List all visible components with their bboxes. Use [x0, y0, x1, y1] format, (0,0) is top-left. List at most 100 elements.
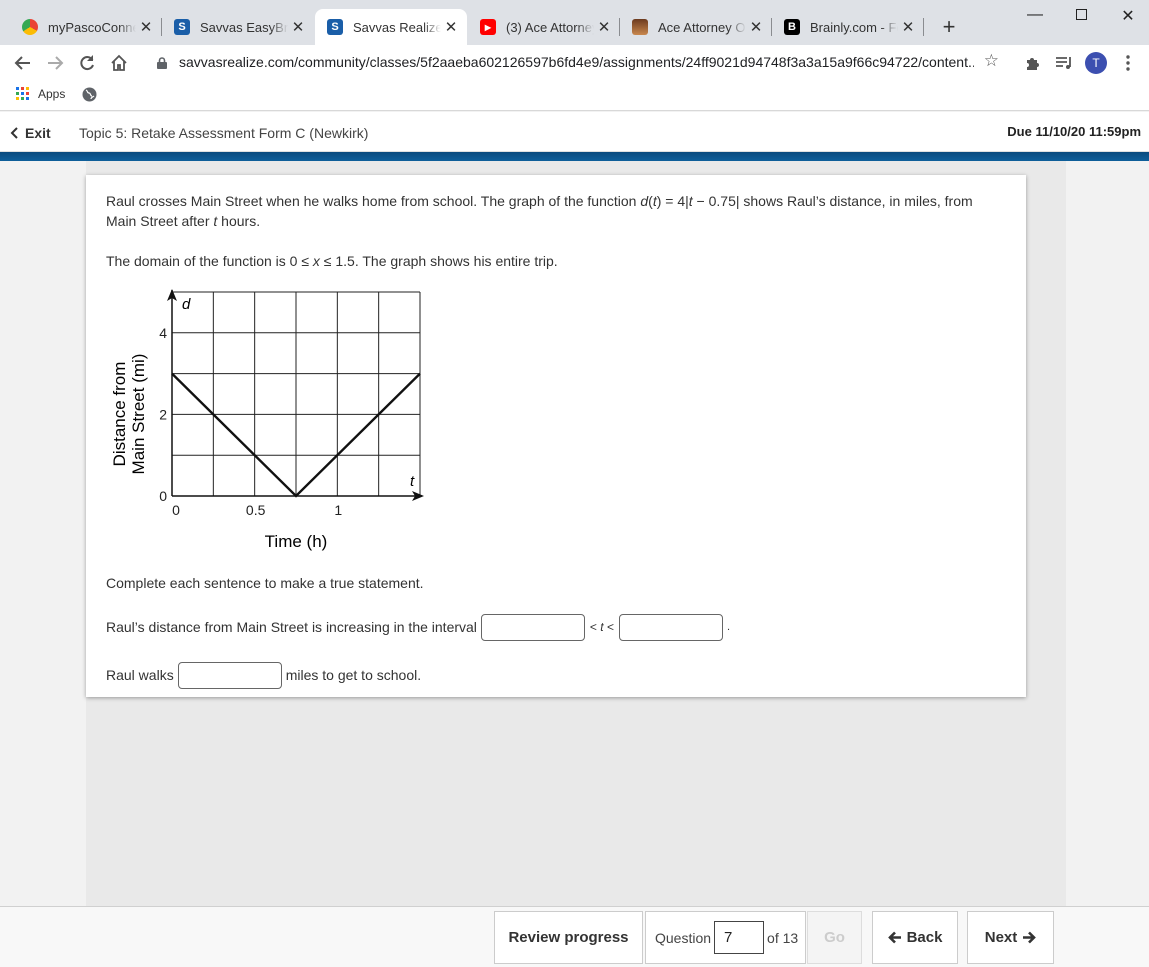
assessment-title: Topic 5: Retake Assessment Form C (Newki…: [79, 125, 369, 141]
distance-time-graph: 0 0.5 1 0 2 4 t d Time (h) Distance from Main…: [110, 289, 424, 551]
new-tab-plus-icon[interactable]: +: [938, 14, 960, 40]
close-tab-icon[interactable]: ✕: [441, 18, 461, 36]
intro-text: Main Street after: [106, 213, 214, 229]
question-jump: Question 7 of 13: [645, 911, 806, 964]
y-axis-title-line1: Distance from: [110, 362, 129, 467]
instruction-text: Complete each sentence to make a true st…: [106, 575, 424, 591]
y-axis-title-line2: Main Street (mi): [129, 354, 148, 475]
brainly-logo-icon: B: [784, 19, 800, 35]
profile-initial: T: [1085, 52, 1107, 74]
tab-mypascoconnect[interactable]: myPascoConnect ✕: [10, 9, 162, 45]
tab-title: Ace Attorney Ob: [658, 19, 746, 35]
reload-icon[interactable]: [74, 50, 100, 76]
y-variable-label: d: [182, 296, 191, 313]
question-intro: Raul crosses Main Street when he walks h…: [106, 193, 973, 229]
less-than-symbol: <: [603, 620, 614, 634]
chart-tick-labels: 0 0.5 1 0 2 4: [159, 325, 342, 518]
navigation-footer: Review progress Question 7 of 13 Go Back…: [0, 906, 1149, 967]
tab-title: Brainly.com - For: [810, 19, 898, 35]
x-tick-label: 0: [172, 502, 180, 518]
domain-text: ≤ 1.5. The graph shows his entire trip.: [319, 253, 558, 269]
back-label: Back: [906, 929, 943, 946]
back-arrow-icon[interactable]: [10, 50, 36, 76]
next-button[interactable]: Next: [967, 911, 1054, 964]
assessment-header: Exit Topic 5: Retake Assessment Form C (…: [0, 112, 1149, 152]
due-date: Due 11/10/20 11:59pm: [1007, 124, 1141, 139]
profile-avatar[interactable]: T: [1083, 50, 1109, 76]
domain-variable: x: [312, 253, 320, 269]
browser-tab-strip: myPascoConnect ✕ S Savvas EasyBridge ✕ S…: [0, 0, 1149, 45]
x-tick-label: 0.5: [246, 502, 266, 518]
sentence-two-text: Raul walks: [106, 667, 174, 683]
profile-image-icon: [632, 19, 648, 35]
apps-shortcut[interactable]: Apps: [16, 87, 65, 101]
home-icon[interactable]: [106, 50, 132, 76]
tab-title: Savvas Realize: [353, 19, 441, 35]
forward-arrow-icon[interactable]: [42, 50, 68, 76]
maximize-icon[interactable]: [1066, 6, 1096, 26]
tab-ace-attorney-objection[interactable]: Ace Attorney Ob ✕: [620, 9, 772, 45]
intro-text: − 0.75| shows Raul’s distance, in miles,…: [692, 193, 973, 209]
question-label: Question: [655, 929, 712, 946]
close-tab-icon[interactable]: ✕: [594, 18, 614, 36]
next-label: Next: [984, 929, 1018, 946]
domain-statement: The domain of the function is 0 ≤ x ≤ 1.…: [106, 251, 558, 271]
function-name: d: [640, 193, 649, 209]
interval-start-input[interactable]: [480, 613, 585, 641]
chrome-logo-icon: [22, 19, 38, 35]
close-tab-icon[interactable]: ✕: [898, 18, 918, 36]
x-axis-title: Time (h): [265, 532, 328, 551]
apps-label: Apps: [38, 87, 66, 101]
savvas-logo-icon: S: [327, 19, 343, 35]
domain-text: The domain of the function is 0 ≤: [106, 253, 313, 269]
intro-text: hours.: [217, 213, 261, 229]
tab-ace-attorney-youtube[interactable]: ▶ (3) Ace Attorney ✕: [468, 9, 620, 45]
more-menu-icon[interactable]: [1115, 50, 1141, 76]
tab-title: myPascoConnect: [48, 19, 136, 35]
less-than-symbol: <: [589, 620, 601, 634]
url-text: savvasrealize.com/community/classes/5f2a…: [179, 54, 974, 70]
exit-label: Exit: [25, 125, 51, 141]
arrow-left-icon: [887, 931, 901, 944]
lock-icon: [157, 56, 167, 69]
chart-grid: [172, 291, 421, 496]
close-tab-icon[interactable]: ✕: [136, 18, 156, 36]
tab-savvas-easybridge[interactable]: S Savvas EasyBridge ✕: [162, 9, 314, 45]
x-tick-label: 1: [334, 502, 342, 518]
window-close-icon[interactable]: ✕: [1113, 6, 1143, 26]
sentence-one: Raul’s distance from Main Street is incr…: [106, 613, 730, 641]
y-tick-label: 2: [159, 406, 167, 422]
close-tab-icon[interactable]: ✕: [288, 18, 308, 36]
browser-toolbar: savvasrealize.com/community/classes/5f2a…: [0, 45, 1149, 80]
sentence-one-text: Raul’s distance from Main Street is incr…: [106, 619, 477, 635]
x-variable-label: t: [410, 473, 415, 490]
go-button[interactable]: Go: [807, 911, 862, 964]
youtube-logo-icon: ▶: [480, 19, 496, 35]
intro-text: Raul crosses Main Street when he walks h…: [106, 193, 641, 209]
question-card: Raul crosses Main Street when he walks h…: [86, 175, 1026, 697]
exit-button[interactable]: Exit: [10, 125, 51, 141]
media-queue-icon[interactable]: [1051, 50, 1077, 76]
sentence-period: .: [726, 621, 731, 633]
close-tab-icon[interactable]: ✕: [746, 18, 766, 36]
address-bar[interactable]: savvasrealize.com/community/classes/5f2a…: [143, 48, 1013, 76]
apps-grid-icon: [16, 87, 29, 100]
tab-separator: [923, 18, 924, 36]
back-button[interactable]: Back: [872, 911, 958, 964]
extensions-puzzle-icon[interactable]: [1019, 50, 1045, 76]
bookmark-star-icon[interactable]: ☆: [984, 51, 999, 71]
arrow-right-icon: [1023, 931, 1037, 944]
tab-title: (3) Ace Attorney: [506, 19, 594, 35]
tab-brainly[interactable]: B Brainly.com - For ✕: [772, 9, 924, 45]
tab-savvas-realize[interactable]: S Savvas Realize ✕: [315, 9, 467, 45]
bookmarks-bar: Apps: [0, 80, 1149, 111]
inequality-text: < t <: [590, 613, 614, 641]
interval-end-input[interactable]: [618, 613, 723, 641]
question-number-input[interactable]: 7: [714, 921, 765, 954]
review-progress-button[interactable]: Review progress: [494, 911, 643, 964]
chevron-left-icon: [10, 127, 18, 139]
y-tick-label: 0: [159, 488, 167, 504]
miles-walked-input[interactable]: [177, 661, 282, 689]
minimize-icon[interactable]: —: [1020, 6, 1050, 26]
globe-bookmark-icon[interactable]: [82, 87, 97, 107]
